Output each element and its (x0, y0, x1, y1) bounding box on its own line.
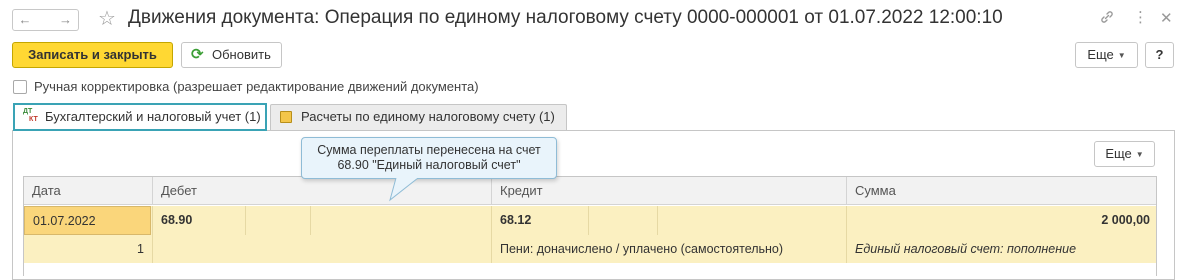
cell-row-number: 1 (137, 242, 144, 256)
cell-date[interactable]: 01.07.2022 (24, 206, 151, 235)
cell-credit-account[interactable]: 68.12 (491, 206, 588, 235)
tab-accounting[interactable]: ДТ КТ Бухгалтерский и налоговый учет (1) (13, 103, 267, 131)
more-actions-button[interactable]: Еще ▼ (1075, 42, 1138, 68)
chevron-down-icon: ▼ (1117, 50, 1126, 60)
grid-more-label: Еще (1105, 146, 1132, 161)
cell-amount-sub[interactable]: Единый налоговый счет: пополнение (846, 235, 1156, 263)
table-row[interactable]: 01.07.2022 68.90 68.12 2 000,00 (24, 206, 1156, 236)
table-row[interactable]: 1 Пени: доначислено / уплачено (самостоя… (24, 235, 1156, 263)
window-title: Движения документа: Операция по единому … (128, 7, 1003, 28)
nav-separator (37, 9, 54, 31)
back-button[interactable]: ← (12, 9, 38, 31)
manual-edit-checkbox[interactable] (13, 80, 27, 94)
refresh-icon: ⟳ (191, 46, 204, 63)
tooltip-line-1: Сумма переплаты перенесена на счет (317, 143, 541, 157)
ledger-icon (280, 111, 292, 123)
tooltip-pointer (389, 178, 419, 202)
cell-debit-account[interactable]: 68.90 (152, 206, 245, 235)
manual-edit-label[interactable]: Ручная корректировка (разрешает редактир… (34, 79, 479, 94)
favorite-star-icon[interactable]: ☆ (98, 6, 116, 31)
link-icon[interactable] (1099, 9, 1115, 29)
close-icon[interactable]: ✕ (1160, 9, 1173, 27)
tab-accounting-label: Бухгалтерский и налоговый учет (1) (45, 109, 261, 124)
cell-credit-subconto-2[interactable] (657, 206, 846, 235)
cell-debit-sub[interactable] (152, 235, 491, 263)
more-actions-label: Еще (1087, 47, 1114, 62)
tooltip-callout: Сумма переплаты перенесена на счет 68.90… (301, 137, 557, 179)
refresh-label: Обновить (212, 47, 271, 62)
help-button[interactable]: ? (1145, 42, 1174, 68)
col-header-credit[interactable]: Кредит (491, 177, 846, 205)
refresh-button[interactable]: ⟳ Обновить (181, 42, 282, 68)
save-and-close-button[interactable]: Записать и закрыть (12, 42, 173, 68)
grid-more-button[interactable]: Еще ▼ (1094, 141, 1155, 167)
arrow-left-icon: ← (18, 12, 32, 27)
col-header-amount[interactable]: Сумма (846, 177, 1156, 205)
forward-button[interactable]: → (53, 9, 79, 31)
cell-debit-subconto-1[interactable] (245, 206, 310, 235)
more-menu-icon[interactable]: ⋮ (1133, 8, 1148, 26)
movements-table[interactable]: Дата Дебет Кредит Сумма 01.07.2022 68.90… (23, 176, 1157, 276)
tab-tax-account[interactable]: Расчеты по единому налоговому счету (1) (270, 104, 567, 130)
arrow-right-icon: → (59, 12, 72, 27)
cell-credit-sub[interactable]: Пени: доначислено / уплачено (самостояте… (491, 235, 846, 263)
chevron-down-icon: ▼ (1135, 149, 1144, 159)
tab-tax-account-label: Расчеты по единому налоговому счету (1) (301, 109, 555, 124)
col-header-debit[interactable]: Дебет (152, 177, 491, 205)
tooltip-line-2: 68.90 "Единый налоговый счет" (337, 158, 521, 172)
col-header-date[interactable]: Дата (24, 177, 152, 205)
cell-debit-subconto-2[interactable] (310, 206, 491, 235)
cell-credit-subconto-1[interactable] (588, 206, 657, 235)
cell-amount[interactable]: 2 000,00 (846, 206, 1156, 235)
dt-kt-icon: ДТ КТ (23, 108, 38, 123)
